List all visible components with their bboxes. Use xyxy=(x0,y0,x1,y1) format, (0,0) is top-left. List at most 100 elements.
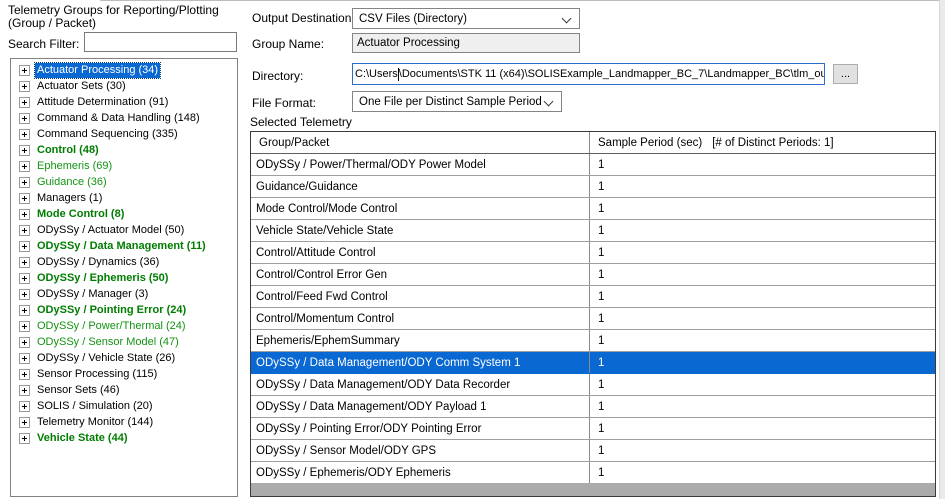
table-row[interactable]: Mode Control/Mode Control1 xyxy=(251,198,935,220)
window-top-edge xyxy=(100,0,945,1)
tree-item-label: Command & Data Handling (148) xyxy=(35,111,202,126)
tree-item[interactable]: ODySSy / Actuator Model (50) xyxy=(11,222,237,238)
cell-group-packet: ODySSy / Pointing Error/ODY Pointing Err… xyxy=(251,418,590,439)
table-row[interactable]: ODySSy / Data Management/ODY Comm System… xyxy=(251,352,935,374)
expand-plus-icon[interactable] xyxy=(19,113,30,124)
expand-plus-icon[interactable] xyxy=(19,177,30,188)
group-name-field[interactable]: Actuator Processing xyxy=(352,33,580,53)
tree-item-label: Sensor Processing (115) xyxy=(35,367,159,382)
expand-plus-icon[interactable] xyxy=(19,241,30,252)
cell-group-packet: Control/Feed Fwd Control xyxy=(251,286,590,307)
expand-plus-icon[interactable] xyxy=(19,337,30,348)
cell-group-packet: ODySSy / Data Management/ODY Comm System… xyxy=(251,352,590,373)
expand-plus-icon[interactable] xyxy=(19,145,30,156)
chevron-down-icon xyxy=(562,14,572,24)
cell-sample-period: 1 xyxy=(590,462,935,483)
tree-item[interactable]: Control (48) xyxy=(11,142,237,158)
expand-plus-icon[interactable] xyxy=(19,385,30,396)
cell-group-packet: ODySSy / Sensor Model/ODY GPS xyxy=(251,440,590,461)
tree-item[interactable]: ODySSy / Power/Thermal (24) xyxy=(11,318,237,334)
expand-plus-icon[interactable] xyxy=(19,369,30,380)
table-row[interactable]: Control/Momentum Control1 xyxy=(251,308,935,330)
horizontal-scrollbar[interactable] xyxy=(251,483,935,496)
tree-item[interactable]: ODySSy / Data Management (11) xyxy=(11,238,237,254)
group-name-value: Actuator Processing xyxy=(357,37,460,49)
tree-item[interactable]: Guidance (36) xyxy=(11,174,237,190)
tree-item[interactable]: Sensor Sets (46) xyxy=(11,382,237,398)
table-row[interactable]: ODySSy / Pointing Error/ODY Pointing Err… xyxy=(251,418,935,440)
tree-item-label: Control (48) xyxy=(35,143,101,158)
table-row[interactable]: Vehicle State/Vehicle State1 xyxy=(251,220,935,242)
table-row[interactable]: Control/Feed Fwd Control1 xyxy=(251,286,935,308)
tree-item[interactable]: Command Sequencing (335) xyxy=(11,126,237,142)
table-row[interactable]: Control/Attitude Control1 xyxy=(251,242,935,264)
tree-item-label: ODySSy / Actuator Model (50) xyxy=(35,223,186,238)
expand-plus-icon[interactable] xyxy=(19,193,30,204)
selected-telemetry-label: Selected Telemetry xyxy=(250,115,352,129)
tree-item[interactable]: Actuator Processing (34) xyxy=(11,62,237,78)
tree-item[interactable]: Attitude Determination (91) xyxy=(11,94,237,110)
expand-plus-icon[interactable] xyxy=(19,401,30,412)
tree-item-label: ODySSy / Manager (3) xyxy=(35,287,150,302)
column-header-group-packet[interactable]: Group/Packet xyxy=(251,132,590,153)
expand-plus-icon[interactable] xyxy=(19,417,30,428)
tree-item[interactable]: ODySSy / Vehicle State (26) xyxy=(11,350,237,366)
table-row[interactable]: Ephemeris/EphemSummary1 xyxy=(251,330,935,352)
tree-item[interactable]: Sensor Processing (115) xyxy=(11,366,237,382)
tree-item[interactable]: SOLIS / Simulation (20) xyxy=(11,398,237,414)
output-destination-select[interactable]: CSV Files (Directory) xyxy=(352,8,580,29)
table-row[interactable]: ODySSy / Sensor Model/ODY GPS1 xyxy=(251,440,935,462)
table-body: ODySSy / Power/Thermal/ODY Power Model1G… xyxy=(251,154,935,484)
cell-sample-period: 1 xyxy=(590,286,935,307)
tree-item[interactable]: ODySSy / Manager (3) xyxy=(11,286,237,302)
expand-plus-icon[interactable] xyxy=(19,161,30,172)
cell-sample-period: 1 xyxy=(590,242,935,263)
table-row[interactable]: ODySSy / Ephemeris/ODY Ephemeris1 xyxy=(251,462,935,484)
directory-field[interactable]: C:\Users \Documents\STK 11 (x64)\SOLISEx… xyxy=(352,63,825,85)
distinct-periods-note: [# of Distinct Periods: 1] xyxy=(712,137,833,149)
cell-sample-period: 1 xyxy=(590,176,935,197)
cell-group-packet: Control/Attitude Control xyxy=(251,242,590,263)
tree-item[interactable]: Vehicle State (44) xyxy=(11,430,237,446)
tree-item[interactable]: ODySSy / Pointing Error (24) xyxy=(11,302,237,318)
tree-item[interactable]: Actuator Sets (30) xyxy=(11,78,237,94)
file-format-select[interactable]: One File per Distinct Sample Period xyxy=(352,91,562,112)
expand-plus-icon[interactable] xyxy=(19,129,30,140)
expand-plus-icon[interactable] xyxy=(19,273,30,284)
tree-item[interactable]: Telemetry Monitor (144) xyxy=(11,414,237,430)
expand-plus-icon[interactable] xyxy=(19,433,30,444)
expand-plus-icon[interactable] xyxy=(19,257,30,268)
expand-plus-icon[interactable] xyxy=(19,209,30,220)
tree-item[interactable]: Mode Control (8) xyxy=(11,206,237,222)
cell-group-packet: ODySSy / Power/Thermal/ODY Power Model xyxy=(251,154,590,175)
table-row[interactable]: Control/Control Error Gen1 xyxy=(251,264,935,286)
cell-sample-period: 1 xyxy=(590,374,935,395)
expand-plus-icon[interactable] xyxy=(19,81,30,92)
cell-sample-period: 1 xyxy=(590,220,935,241)
cell-sample-period: 1 xyxy=(590,308,935,329)
expand-plus-icon[interactable] xyxy=(19,97,30,108)
tree-item[interactable]: ODySSy / Ephemeris (50) xyxy=(11,270,237,286)
expand-plus-icon[interactable] xyxy=(19,289,30,300)
browse-button[interactable]: ... xyxy=(833,64,858,84)
table-row[interactable]: Guidance/Guidance1 xyxy=(251,176,935,198)
expand-plus-icon[interactable] xyxy=(19,65,30,76)
table-row[interactable]: ODySSy / Power/Thermal/ODY Power Model1 xyxy=(251,154,935,176)
window-right-edge xyxy=(939,0,945,499)
tree-item[interactable]: Command & Data Handling (148) xyxy=(11,110,237,126)
expand-plus-icon[interactable] xyxy=(19,321,30,332)
table-row[interactable]: ODySSy / Data Management/ODY Payload 11 xyxy=(251,396,935,418)
column-header-sample-period[interactable]: Sample Period (sec) [# of Distinct Perio… xyxy=(590,132,935,153)
expand-plus-icon[interactable] xyxy=(19,305,30,316)
expand-plus-icon[interactable] xyxy=(19,225,30,236)
tree-item-label: ODySSy / Data Management (11) xyxy=(35,239,208,254)
tree-item[interactable]: ODySSy / Sensor Model (47) xyxy=(11,334,237,350)
tree-item[interactable]: ODySSy / Dynamics (36) xyxy=(11,254,237,270)
expand-plus-icon[interactable] xyxy=(19,353,30,364)
tree-item[interactable]: Managers (1) xyxy=(11,190,237,206)
tree-item[interactable]: Ephemeris (69) xyxy=(11,158,237,174)
search-filter-input[interactable] xyxy=(84,32,237,52)
search-filter-label: Search Filter: xyxy=(8,37,79,51)
table-row[interactable]: ODySSy / Data Management/ODY Data Record… xyxy=(251,374,935,396)
cell-group-packet: Vehicle State/Vehicle State xyxy=(251,220,590,241)
